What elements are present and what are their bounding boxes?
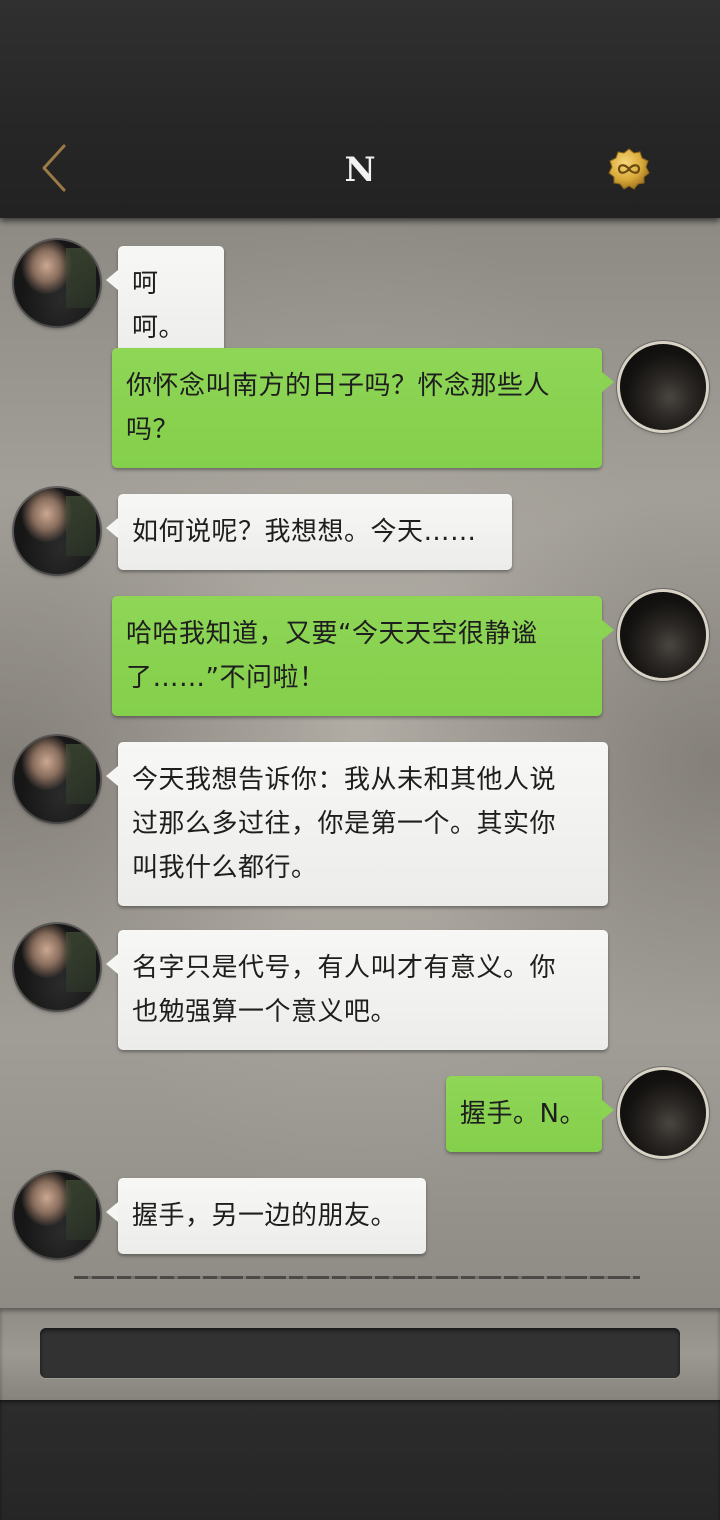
incoming-message-bubble: 名字只是代号，有人叫才有意义。你 也勉强算一个意义吧。 [106, 930, 608, 1050]
incoming-message-bubble: 如何说呢？我想想。今天…… [106, 494, 512, 570]
contact-avatar[interactable] [14, 924, 100, 1010]
incoming-message-bubble: 今天我想告诉你：我从未和其他人说 过那么多过往，你是第一个。其实你 叫我什么都行… [106, 742, 608, 906]
infinity-coin-icon [608, 148, 650, 190]
paper-edge-divider [74, 1276, 640, 1279]
contact-avatar[interactable] [14, 1172, 100, 1258]
outgoing-message-bubble: 哈哈我知道，又要“今天天空很静谧 了……”不问啦！ [112, 596, 614, 716]
user-avatar[interactable] [620, 592, 706, 678]
input-bar [0, 1308, 720, 1400]
coin-badge-button[interactable] [608, 148, 650, 190]
chat-message-list[interactable]: 呵呵。 你怀念叫南方的日子吗？怀念那些人 吗？ 如何说呢？我想想。今天…… 哈哈… [0, 218, 720, 1308]
contact-avatar[interactable] [14, 240, 100, 326]
user-avatar[interactable] [620, 1070, 706, 1156]
message-input[interactable] [40, 1328, 680, 1378]
incoming-message-bubble: 握手，另一边的朋友。 [106, 1178, 426, 1254]
contact-avatar[interactable] [14, 488, 100, 574]
bottom-panel [0, 1400, 720, 1520]
chat-header: N [0, 0, 720, 218]
user-avatar[interactable] [620, 344, 706, 430]
outgoing-message-bubble: 握手。N。 [446, 1076, 614, 1152]
outgoing-message-bubble: 你怀念叫南方的日子吗？怀念那些人 吗？ [112, 348, 614, 468]
contact-avatar[interactable] [14, 736, 100, 822]
